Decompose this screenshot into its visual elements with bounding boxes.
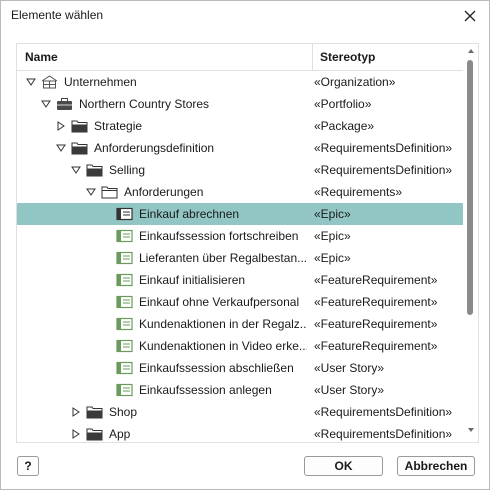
tree-row[interactable]: Einkauf ohne Verkaufpersonal «FeatureRequ…	[17, 291, 463, 313]
title-bar: Elemente wählen	[1, 1, 489, 31]
close-button[interactable]	[459, 5, 481, 27]
tree-row-stereotype: «RequirementsDefinition»	[314, 427, 453, 441]
help-button[interactable]: ?	[17, 456, 39, 476]
column-name-header[interactable]: Name	[25, 50, 58, 64]
tree-row[interactable]: Lieferanten über Regalbestan... «Epic»	[17, 247, 463, 269]
briefcase-icon	[56, 97, 73, 111]
package-icon	[86, 163, 103, 177]
package-icon	[71, 141, 88, 155]
package-icon	[86, 427, 103, 441]
tree-row-stereotype: «Requirements»	[314, 185, 403, 199]
vertical-scrollbar[interactable]	[464, 44, 478, 442]
package-icon	[86, 405, 103, 419]
tree-row-label: Anforderungen	[124, 185, 204, 199]
tree-row-stereotype: «FeatureRequirement»	[314, 273, 438, 287]
tree-row-label: Anforderungsdefinition	[94, 141, 215, 155]
requirement-icon	[116, 229, 133, 243]
expanded-triangle-icon[interactable]	[25, 76, 37, 88]
tree-row-label: Einkaufssession abschließen	[139, 361, 294, 375]
collapsed-triangle-icon[interactable]	[70, 428, 82, 440]
tree-row[interactable]: Einkaufssession anlegen «User Story»	[17, 379, 463, 401]
requirement-icon	[116, 295, 133, 309]
scrollbar-thumb[interactable]	[467, 60, 473, 315]
tree-row[interactable]: Unternehmen «Organization»	[17, 71, 463, 93]
close-icon	[464, 10, 476, 22]
requirement-icon	[116, 273, 133, 287]
tree-row[interactable]: Einkauf abrechnen «Epic»	[17, 203, 463, 225]
requirement-icon	[116, 383, 133, 397]
tree-row-label: Unternehmen	[64, 75, 137, 89]
package-icon	[71, 119, 88, 133]
tree-row-label: Lieferanten über Regalbestan...	[139, 251, 307, 265]
expanded-triangle-icon[interactable]	[40, 98, 52, 110]
tree-row[interactable]: Strategie «Package»	[17, 115, 463, 137]
tree-row[interactable]: Kundenaktionen in Video erke... «FeatureR…	[17, 335, 463, 357]
tree-row-stereotype: «Organization»	[314, 75, 396, 89]
requirement-icon	[116, 317, 133, 331]
tree-row-stereotype: «FeatureRequirement»	[314, 339, 438, 353]
tree-row[interactable]: Einkaufssession abschließen «User Story»	[17, 357, 463, 379]
expanded-triangle-icon[interactable]	[70, 164, 82, 176]
tree-row-stereotype: «RequirementsDefinition»	[314, 163, 453, 177]
column-header: Name Stereotyp	[17, 44, 463, 71]
tree-row-stereotype: «User Story»	[314, 383, 385, 397]
collapsed-triangle-icon[interactable]	[70, 406, 82, 418]
tree-row-stereotype: «Epic»	[314, 251, 351, 265]
requirement-icon	[116, 361, 133, 375]
requirement-icon	[116, 251, 133, 265]
tree-row-label: Einkaufssession fortschreiben	[139, 229, 299, 243]
element-tree-panel: Name Stereotyp Unternehmen «Organization»…	[16, 43, 479, 443]
tree-row-label: Kundenaktionen in Video erke...	[139, 339, 307, 353]
requirement-icon	[116, 207, 133, 221]
tree-row[interactable]: Anforderungen «Requirements»	[17, 181, 463, 203]
column-separator[interactable]	[312, 44, 313, 70]
scroll-down-arrow-icon[interactable]	[467, 426, 475, 434]
requirement-icon	[116, 339, 133, 353]
tree-row[interactable]: Selling «RequirementsDefinition»	[17, 159, 463, 181]
elements-dialog: Elemente wählen Name Stereotyp Unternehm…	[0, 0, 490, 490]
tree-row[interactable]: Einkaufssession fortschreiben «Epic»	[17, 225, 463, 247]
tree-row-label: Shop	[109, 405, 138, 419]
tree-row-stereotype: «FeatureRequirement»	[314, 295, 438, 309]
cancel-button[interactable]: Abbrechen	[397, 456, 475, 476]
collapsed-triangle-icon[interactable]	[55, 120, 67, 132]
tree-row[interactable]: Northern Country Stores «Portfolio»	[17, 93, 463, 115]
tree-row-stereotype: «Epic»	[314, 207, 351, 221]
tree-row-stereotype: «Epic»	[314, 229, 351, 243]
tree-row-stereotype: «Portfolio»	[314, 97, 372, 111]
tree-row-stereotype: «FeatureRequirement»	[314, 317, 438, 331]
tree-row-label: Einkauf initialisieren	[139, 273, 246, 287]
tree-row-stereotype: «RequirementsDefinition»	[314, 405, 453, 419]
scroll-up-arrow-icon[interactable]	[467, 47, 475, 55]
dialog-title: Elemente wählen	[11, 8, 104, 22]
tree-row[interactable]: Anforderungsdefinition «RequirementsDefin…	[17, 137, 463, 159]
tree-row-label: App	[109, 427, 131, 441]
expanded-triangle-icon[interactable]	[85, 186, 97, 198]
tree-row-label: Strategie	[94, 119, 143, 133]
tree-row-label: Kundenaktionen in der Regalz...	[139, 317, 307, 331]
organization-icon	[41, 75, 58, 89]
tree-row-label: Einkaufssession anlegen	[139, 383, 272, 397]
column-stereotype-header[interactable]: Stereotyp	[320, 50, 375, 64]
expanded-triangle-icon[interactable]	[55, 142, 67, 154]
tree-row[interactable]: Shop «RequirementsDefinition»	[17, 401, 463, 423]
tree-rows: Unternehmen «Organization» Northern Countr…	[17, 71, 463, 442]
package-outline-icon	[101, 185, 118, 199]
tree-row-stereotype: «Package»	[314, 119, 375, 133]
tree-row-label: Einkauf ohne Verkaufpersonal	[139, 295, 300, 309]
ok-button[interactable]: OK	[304, 456, 383, 476]
tree-row-label: Einkauf abrechnen	[139, 207, 240, 221]
tree-row-stereotype: «User Story»	[314, 361, 385, 375]
tree-row-label: Selling	[109, 163, 146, 177]
tree-row[interactable]: Kundenaktionen in der Regalz... «FeatureR…	[17, 313, 463, 335]
tree-row-label: Northern Country Stores	[79, 97, 210, 111]
tree-row[interactable]: Einkauf initialisieren «FeatureRequiremen…	[17, 269, 463, 291]
tree-row[interactable]: App «RequirementsDefinition»	[17, 423, 463, 442]
tree-row-stereotype: «RequirementsDefinition»	[314, 141, 453, 155]
